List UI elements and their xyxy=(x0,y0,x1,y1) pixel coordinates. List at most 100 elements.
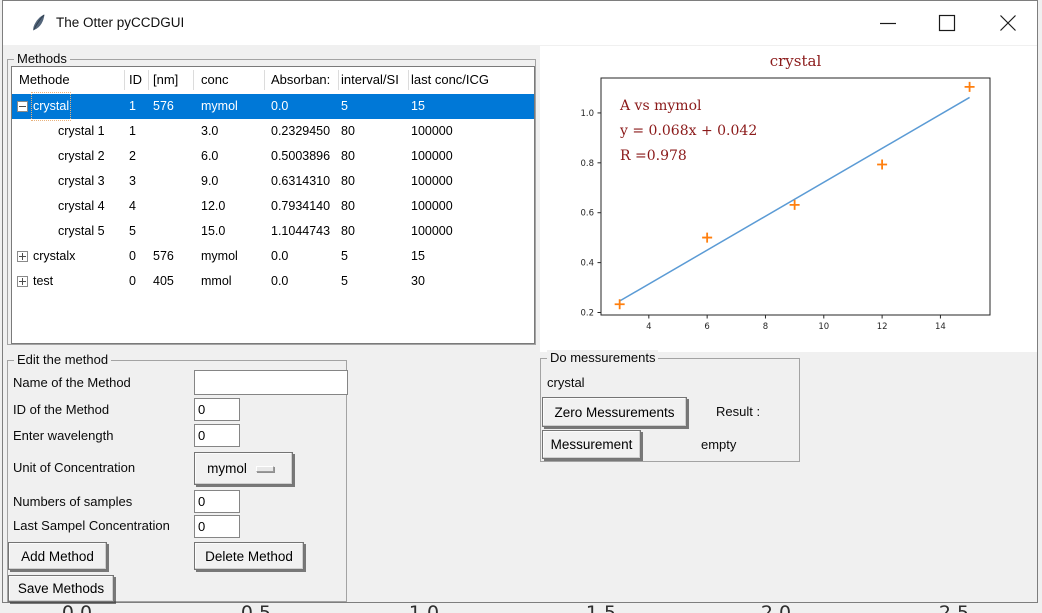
method-name-field[interactable] xyxy=(194,370,348,395)
measurement-button[interactable]: Messurement xyxy=(542,430,641,459)
close-icon xyxy=(999,14,1017,32)
add-method-button[interactable]: Add Method xyxy=(8,542,107,570)
save-methods-button[interactable]: Save Methods xyxy=(8,575,114,602)
zero-measurements-button[interactable]: Zero Messurements xyxy=(542,397,687,427)
maximize-button[interactable] xyxy=(924,1,970,45)
edit-method-panel: Edit the method Name of the MethodID of … xyxy=(7,360,347,602)
background-tick-fragment: 0.0 xyxy=(62,602,92,613)
y-tick-label: 0.6 xyxy=(580,209,594,219)
background-tick-fragment: 0.5 xyxy=(241,602,271,613)
cell-interval: 5 xyxy=(341,94,348,119)
minimize-button[interactable] xyxy=(865,1,911,45)
delete-method-button[interactable]: Delete Method xyxy=(194,542,304,570)
app-window: The Otter pyCCDGUI Methods Methode ID [nm]… xyxy=(2,0,1038,603)
expand-plus-icon[interactable] xyxy=(17,276,28,287)
column-header-last-conc-icg[interactable]: last conc/ICG xyxy=(411,67,489,93)
x-tick-label: 6 xyxy=(704,322,709,332)
methods-panel: Methods MethodeID[nm]concAbsorban:interv… xyxy=(7,59,536,345)
expand-plus-icon[interactable] xyxy=(17,251,28,262)
method-name-label: Name of the Method xyxy=(13,375,131,391)
cell-interval: 80 xyxy=(341,219,355,244)
cell-last_conc: 100000 xyxy=(411,219,453,244)
plot-canvas: crystalA vs mymoly = 0.068x + 0.042R =0.… xyxy=(540,46,1037,352)
column-header-id[interactable]: ID xyxy=(129,67,142,93)
cell-interval: 80 xyxy=(341,169,355,194)
plot-annotation: A vs mymol xyxy=(619,98,702,114)
close-button[interactable] xyxy=(985,1,1031,45)
cell-conc: 9.0 xyxy=(201,169,218,194)
cell-interval: 80 xyxy=(341,144,355,169)
wavelength-field[interactable] xyxy=(194,424,240,447)
cell-absorbance: 0.0 xyxy=(271,94,288,119)
cell-absorbance: 0.2329450 xyxy=(271,119,330,144)
cell-conc: mymol xyxy=(201,244,238,269)
x-tick-label: 8 xyxy=(763,322,768,332)
table-row[interactable]: crystalx0576mymol0.0515 xyxy=(12,244,534,269)
column-separator xyxy=(193,70,194,90)
cell-last_conc: 15 xyxy=(411,244,425,269)
column-separator xyxy=(338,70,339,90)
cell-methode: crystalx xyxy=(33,244,75,269)
cell-absorbance: 0.0 xyxy=(271,269,288,294)
column-separator xyxy=(408,70,409,90)
cell-interval: 80 xyxy=(341,194,355,219)
methods-panel-label: Methods xyxy=(14,51,70,66)
methods-treeview[interactable]: Methode ID [nm] conc Absorban: interval/SI las… xyxy=(11,66,535,344)
wavelength-label: Enter wavelength xyxy=(13,428,113,444)
cell-nm: 576 xyxy=(153,244,174,269)
collapse-minus-icon[interactable] xyxy=(17,101,28,112)
screen: { "window": { "title": "The Otter pyCCDG… xyxy=(0,0,1042,613)
plot-annotation: y = 0.068x + 0.042 xyxy=(619,123,757,139)
column-header-interval-si[interactable]: interval/SI xyxy=(341,67,399,93)
edit-method-panel-label: Edit the method xyxy=(14,352,111,367)
cell-id: 4 xyxy=(129,194,136,219)
cell-conc: 6.0 xyxy=(201,144,218,169)
cell-absorbance: 0.7934140 xyxy=(271,194,330,219)
table-row[interactable]: crystal 113.00.232945080100000 xyxy=(12,119,534,144)
cell-id: 5 xyxy=(129,219,136,244)
maximize-icon xyxy=(938,14,956,32)
cell-methode: crystal xyxy=(33,94,69,119)
column-header-methode[interactable]: Methode xyxy=(19,67,70,93)
cell-id: 2 xyxy=(129,144,136,169)
cell-nm: 576 xyxy=(153,94,174,119)
y-tick-label: 1.0 xyxy=(580,109,594,119)
table-row[interactable]: test0405mmol0.0530 xyxy=(12,269,534,294)
cell-absorbance: 1.1044743 xyxy=(271,219,330,244)
background-tick-fragment: 2.0 xyxy=(761,602,791,613)
table-row[interactable]: crystal1576mymol0.0515 xyxy=(12,94,534,119)
cell-nm: 405 xyxy=(153,269,174,294)
column-separator xyxy=(124,70,125,90)
table-row[interactable]: crystal 5515.01.104474380100000 xyxy=(12,219,534,244)
last-sample-concentration-label: Last Sampel Concentration xyxy=(13,518,170,534)
table-row[interactable]: crystal 339.00.631431080100000 xyxy=(12,169,534,194)
method-id-field[interactable] xyxy=(194,398,240,421)
table-row[interactable]: crystal 226.00.500389680100000 xyxy=(12,144,534,169)
y-tick-label: 0.4 xyxy=(580,259,594,269)
cell-methode: test xyxy=(33,269,53,294)
y-tick-label: 0.8 xyxy=(580,159,594,169)
cell-last_conc: 100000 xyxy=(411,194,453,219)
method-id-label: ID of the Method xyxy=(13,402,109,418)
cell-id: 1 xyxy=(129,119,136,144)
concentration-unit-dropdown[interactable]: mymol xyxy=(194,452,293,485)
column-header-absorban-[interactable]: Absorban: xyxy=(271,67,330,93)
cell-methode: crystal 1 xyxy=(58,119,105,144)
column-header-conc[interactable]: conc xyxy=(201,67,228,93)
x-tick-label: 4 xyxy=(646,322,651,332)
minimize-icon xyxy=(879,14,897,32)
column-header--nm-[interactable]: [nm] xyxy=(153,67,178,93)
last-sample-concentration-field[interactable] xyxy=(194,515,240,538)
plot-title: crystal xyxy=(770,52,822,70)
table-row[interactable]: crystal 4412.00.793414080100000 xyxy=(12,194,534,219)
window-title: The Otter pyCCDGUI xyxy=(56,15,184,30)
optionmenu-indicator-icon xyxy=(256,466,274,472)
cell-last_conc: 30 xyxy=(411,269,425,294)
cell-id: 1 xyxy=(129,94,136,119)
cell-conc: 15.0 xyxy=(201,219,225,244)
cell-last_conc: 100000 xyxy=(411,119,453,144)
feather-icon xyxy=(31,13,47,33)
column-separator xyxy=(148,70,149,90)
sample-count-field[interactable] xyxy=(194,490,240,513)
x-tick-label: 10 xyxy=(818,322,829,332)
